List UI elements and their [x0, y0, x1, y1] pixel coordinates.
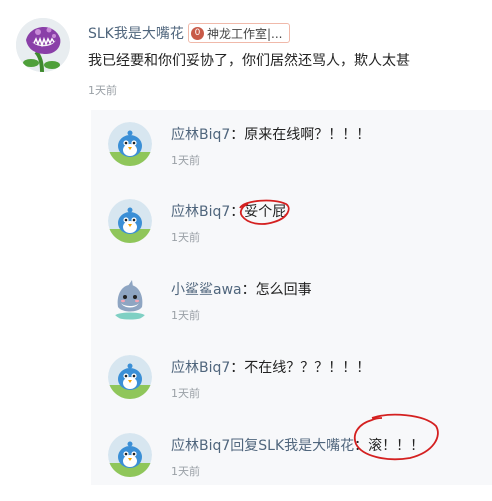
reply-text: 滚！！！ [368, 438, 425, 454]
reply-author-name[interactable]: 应林Biq7 [171, 360, 230, 376]
reply-item: 应林Biq7回复SLK我是大嘴花：滚！！！ 1天前 [91, 421, 492, 501]
comment-time: 1天前 [88, 84, 117, 97]
blue-bird-avatar-icon [108, 355, 152, 399]
reply-item: 应林Biq7：原来在线啊？！！！ 1天前 [91, 110, 492, 190]
comment-author-name[interactable]: SLK我是大嘴花 [88, 23, 184, 43]
reply-text: 原来在线啊？！！！ [244, 127, 371, 143]
reply-author-name[interactable]: 应林Biq7 [171, 204, 230, 220]
shark-avatar-icon [108, 277, 152, 321]
blue-bird-avatar-icon [108, 433, 152, 477]
reply-time: 1天前 [171, 231, 200, 244]
author-avatar[interactable] [16, 18, 70, 72]
blue-bird-avatar-icon [108, 199, 152, 243]
reply-list: 应林Biq7：原来在线啊？！！！ 1天前 应林Biq7：妥个屁 1天前 小鲨鲨a… [91, 110, 492, 485]
reply-avatar[interactable] [108, 122, 152, 166]
reply-text: 妥个屁 [244, 204, 287, 220]
reply-separator: ： [230, 204, 245, 220]
reply-time: 1天前 [171, 387, 200, 400]
reply-text: 怎么回事 [255, 282, 312, 298]
blue-bird-avatar-icon [108, 122, 152, 166]
reply-item: 应林Biq7：不在线？？？！！！ 1天前 [91, 343, 492, 423]
reply-separator: ： [230, 127, 245, 143]
badge-label: 神龙工作室|... [207, 26, 283, 41]
comment-text: 我已经要和你们妥协了，你们居然还骂人，欺人太甚 [88, 53, 410, 69]
reply-item: 小鲨鲨awa：怎么回事 1天前 [91, 265, 492, 345]
reply-text: 不在线？？？！！！ [244, 360, 371, 376]
reply-author-name[interactable]: 小鲨鲨awa [171, 282, 242, 298]
reply-separator: ： [230, 360, 245, 376]
reply-avatar[interactable] [108, 433, 152, 477]
reply-separator: ： [241, 282, 256, 298]
badge-level-icon: 0 [191, 26, 204, 40]
reply-avatar[interactable] [108, 199, 152, 243]
fan-badge[interactable]: 0 神龙工作室|... [188, 23, 290, 43]
chomper-plant-icon [16, 18, 70, 72]
reply-author-name[interactable]: 应林Biq7 [171, 127, 230, 143]
reply-item: 应林Biq7：妥个屁 1天前 [91, 187, 492, 267]
reply-avatar[interactable] [108, 277, 152, 321]
reply-separator: ： [354, 438, 369, 454]
reply-avatar[interactable] [108, 355, 152, 399]
reply-time: 1天前 [171, 465, 200, 478]
reply-time: 1天前 [171, 154, 200, 167]
reply-author-name[interactable]: 应林Biq7回复SLK我是大嘴花 [171, 438, 354, 454]
reply-time: 1天前 [171, 309, 200, 322]
